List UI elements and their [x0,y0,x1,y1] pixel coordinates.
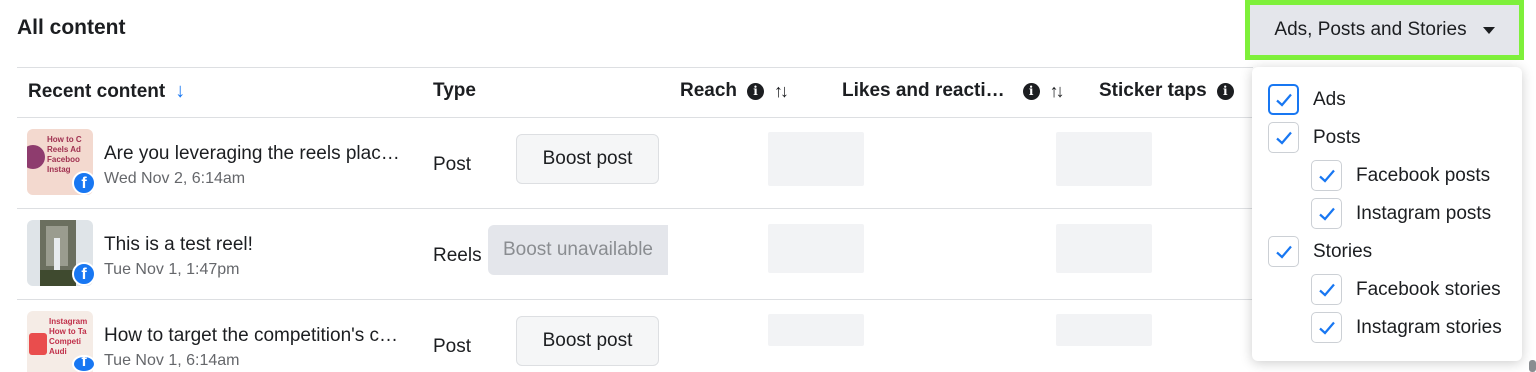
table-row[interactable]: f This is a test reel! Tue Nov 1, 1:47pm… [17,208,1253,299]
checkmark-icon [1318,283,1335,297]
column-header-type: Type [433,80,476,102]
content-type-dropdown-menu: Ads Posts Facebook posts Instagram posts… [1252,67,1522,361]
boost-post-button[interactable]: Boost post [516,134,659,184]
checkbox[interactable] [1311,312,1342,343]
column-header-label: Likes and reacti… [842,80,1005,101]
filter-label: Ads, Posts and Stories [1274,19,1467,40]
option-label: Instagram stories [1356,316,1502,338]
column-header-sticker-taps[interactable]: Sticker taps i [1099,80,1234,102]
facebook-icon: f [72,262,96,286]
likes-loading-placeholder [1056,314,1152,346]
reach-loading-placeholder [768,314,864,346]
checkbox[interactable] [1268,84,1299,115]
column-header-label: Type [433,80,476,101]
boost-unavailable-button: Boost unavailable [488,225,668,275]
option-facebook-posts[interactable]: Facebook posts [1311,160,1490,191]
content-type-filter-dropdown[interactable]: Ads, Posts and Stories [1245,0,1524,60]
page-title: All content [17,16,126,39]
option-stories[interactable]: Stories [1268,236,1372,267]
checkbox[interactable] [1268,236,1299,267]
boost-post-button[interactable]: Boost post [516,316,659,366]
post-type: Reels [433,245,482,266]
checkbox[interactable] [1311,160,1342,191]
checkbox[interactable] [1268,122,1299,153]
option-label: Instagram posts [1356,202,1492,224]
option-label: Posts [1313,126,1361,148]
checkbox[interactable] [1311,274,1342,305]
post-title[interactable]: Are you leveraging the reels plac… [104,143,400,165]
option-label: Facebook stories [1356,278,1501,300]
sort-descending-icon: ↓ [175,80,186,102]
checkmark-icon [1275,131,1292,145]
likes-loading-placeholder [1056,132,1152,186]
post-date: Tue Nov 1, 6:14am [104,352,240,369]
checkmark-icon [1275,245,1292,259]
reach-loading-placeholder [768,224,864,273]
reach-loading-placeholder [768,132,864,186]
post-type: Post [433,154,472,175]
facebook-icon: f [72,355,96,372]
info-icon[interactable]: i [1022,82,1040,100]
option-label: Ads [1313,88,1346,110]
table-row[interactable]: Instagram How to Ta Competi Audi f How t… [17,299,1253,372]
checkbox[interactable] [1311,198,1342,229]
post-title[interactable]: This is a test reel! [104,234,253,256]
post-type: Post [433,336,472,357]
checkmark-icon [1318,207,1335,221]
sort-toggle-icon[interactable]: ↑↓ [774,81,789,102]
content-table: Recent content ↓ Type Reach i ↑↓ Likes a… [17,67,1253,372]
post-title[interactable]: How to target the competition's c… [104,325,398,347]
likes-loading-placeholder [1056,224,1152,273]
column-header-label: Recent content [28,80,166,102]
post-date: Tue Nov 1, 1:47pm [104,261,240,278]
column-header-label: Reach [680,80,738,101]
info-icon[interactable]: i [747,82,765,100]
option-ads[interactable]: Ads [1268,84,1346,115]
option-facebook-stories[interactable]: Facebook stories [1311,274,1501,305]
facebook-icon: f [72,171,96,195]
option-instagram-posts[interactable]: Instagram posts [1311,198,1491,229]
column-header-label: Sticker taps [1099,80,1207,101]
post-date: Wed Nov 2, 6:14am [104,170,246,187]
scrollbar[interactable] [1529,360,1536,372]
checkmark-icon [1318,321,1335,335]
column-header-recent-content[interactable]: Recent content ↓ [28,80,185,103]
checkmark-icon [1275,93,1292,107]
column-header-likes[interactable]: Likes and reacti… i ↑↓ [842,80,1065,102]
option-instagram-stories[interactable]: Instagram stories [1311,312,1502,343]
option-label: Facebook posts [1356,164,1491,186]
table-row[interactable]: How to C Reels Ad Faceboo Instag f Are y… [17,117,1253,208]
info-icon[interactable]: i [1216,82,1234,100]
caret-down-icon [1482,26,1495,34]
column-header-reach[interactable]: Reach i ↑↓ [680,80,789,102]
checkmark-icon [1318,169,1335,183]
option-label: Stories [1313,240,1373,262]
sort-toggle-icon[interactable]: ↑↓ [1050,81,1065,102]
option-posts[interactable]: Posts [1268,122,1361,153]
